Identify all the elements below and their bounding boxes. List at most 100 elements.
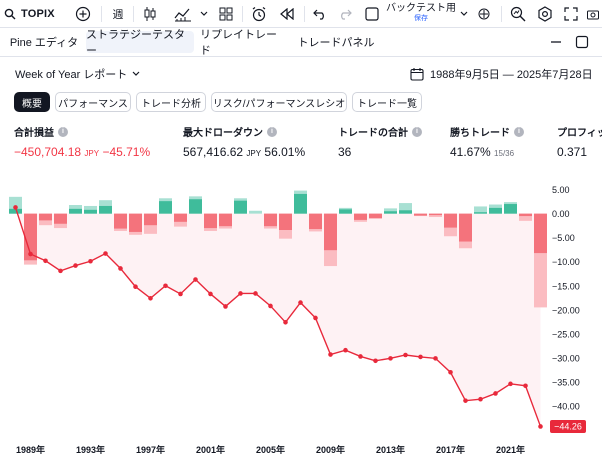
- report-subtabs: 概要 パフォーマンス トレード分析 リスク/パフォーマンスレシオ トレード一覧: [0, 92, 602, 114]
- screener-button[interactable]: [508, 0, 528, 27]
- metric-net-profit: 合計損益 i −450,704.18 JPY −45.71%: [14, 124, 150, 159]
- interval-button[interactable]: 週: [108, 0, 128, 27]
- date-range-selector[interactable]: 1988年9月5日 — 2025年7月28日: [410, 66, 593, 82]
- trade-bar-dark: [114, 213, 127, 229]
- y-axis-tick-label: −30.00: [552, 353, 580, 363]
- subtab-performance[interactable]: パフォーマンス: [55, 92, 131, 112]
- search-icon: [4, 8, 16, 19]
- layout-button[interactable]: [216, 0, 236, 27]
- chart-type-button[interactable]: [140, 0, 160, 27]
- equity-point: [163, 283, 168, 289]
- indicators-button[interactable]: [170, 0, 196, 27]
- trade-bar-dark: [54, 213, 67, 224]
- subtab-overview[interactable]: 概要: [14, 92, 50, 112]
- equity-point: [313, 315, 318, 321]
- equity-point: [388, 356, 393, 361]
- add-symbol-button[interactable]: [72, 0, 94, 27]
- metric-value: 36: [338, 145, 352, 159]
- maximize-panel-button[interactable]: [574, 34, 590, 50]
- symbol-search-button[interactable]: TOPIX: [4, 0, 64, 27]
- settings-button[interactable]: [535, 0, 555, 27]
- top-toolbar: TOPIX 週 バックテスト用 保存: [0, 0, 602, 28]
- metric-unit: JPY: [84, 149, 100, 158]
- trade-bar-dark: [294, 193, 307, 214]
- rewind-icon: [280, 7, 294, 20]
- trade-bar-dark: [309, 213, 322, 230]
- fullscreen-button[interactable]: [561, 0, 581, 27]
- trade-bar-dark: [264, 213, 277, 227]
- trade-bar-dark: [234, 200, 247, 214]
- y-axis-tick-label: −10.00: [552, 257, 580, 267]
- subtab-trade-analysis[interactable]: トレード分析: [136, 92, 206, 112]
- camera-button[interactable]: [586, 0, 600, 27]
- subtab-risk-performance-ratio[interactable]: リスク/パフォーマンスレシオ: [211, 92, 347, 112]
- y-axis-tick-label: −40.00: [552, 401, 580, 411]
- backtest-layout-button[interactable]: バックテスト用 保存: [386, 0, 456, 27]
- replay-button[interactable]: [276, 0, 298, 27]
- metric-value: 0.371: [557, 145, 588, 159]
- metric-ratio: 15/36: [494, 149, 515, 158]
- y-axis-tick-label: −35.00: [552, 377, 580, 387]
- chevron-down-icon: [460, 11, 468, 16]
- metric-value: 41.67%: [450, 145, 491, 159]
- equity-point: [178, 291, 183, 297]
- x-axis-tick-label: 2017年: [436, 444, 465, 455]
- indicators-icon: [174, 8, 191, 21]
- equity-point: [58, 268, 63, 274]
- equity-point: [283, 320, 288, 325]
- symbol-label: TOPIX: [21, 7, 55, 20]
- redo-button[interactable]: [336, 0, 354, 27]
- toolbar-divider: [242, 6, 243, 22]
- tab-trade-panel[interactable]: トレードパネル: [294, 31, 378, 53]
- report-selector[interactable]: Week of Year レポート: [15, 66, 140, 82]
- y-axis-tick-label: −15.00: [552, 281, 580, 291]
- trade-bar-dark: [444, 213, 457, 228]
- undo-icon: [313, 9, 324, 20]
- equity-point: [208, 291, 213, 297]
- metric-percent: 56.01%: [264, 145, 306, 159]
- trade-bar-dark: [99, 205, 112, 214]
- tab-strategy-tester[interactable]: ストラテジーテスター: [86, 29, 194, 57]
- equity-point: [463, 398, 468, 403]
- metric-label: 合計損益: [14, 128, 54, 139]
- metric-label: トレードの合計: [338, 128, 408, 139]
- alert-button[interactable]: [248, 0, 270, 27]
- trade-bar-dark: [324, 213, 337, 251]
- tab-pine-editor[interactable]: Pine エディタ: [8, 31, 80, 53]
- trade-bar-dark: [519, 213, 532, 217]
- info-icon[interactable]: i: [267, 126, 277, 137]
- alarm-clock-icon: [252, 6, 266, 21]
- undo-button[interactable]: [311, 0, 329, 27]
- trade-bar-dark: [339, 209, 352, 214]
- trade-bar-dark: [219, 213, 232, 227]
- equity-point: [343, 347, 348, 353]
- candlestick-icon: [144, 6, 156, 21]
- gear-icon: [538, 5, 552, 22]
- trade-bar-dark: [414, 213, 427, 216]
- info-icon[interactable]: i: [58, 126, 68, 137]
- layout-select-button[interactable]: [364, 0, 380, 27]
- info-icon[interactable]: i: [412, 126, 422, 137]
- info-icon[interactable]: i: [514, 126, 524, 137]
- toolbar-divider: [304, 6, 305, 22]
- equity-point: [298, 300, 303, 305]
- equity-point: [433, 356, 438, 361]
- minimize-panel-button[interactable]: [548, 34, 564, 50]
- trade-bar-dark: [174, 213, 187, 222]
- backtest-dropdown-button[interactable]: [458, 0, 470, 27]
- tab-replay-trade[interactable]: リプレイトレード: [200, 29, 286, 57]
- quick-search-button[interactable]: [474, 0, 494, 27]
- x-axis-tick-label: 2013年: [376, 444, 405, 455]
- metric-profit-factor: プロフィッ 0.371: [557, 124, 602, 159]
- indicators-dropdown-button[interactable]: [198, 0, 210, 27]
- subtab-trade-list[interactable]: トレード一覧: [352, 92, 422, 112]
- trade-bar-dark: [354, 213, 367, 220]
- x-axis-tick-label: 2009年: [316, 444, 345, 455]
- equity-point: [73, 263, 78, 268]
- camera-icon: [587, 10, 599, 19]
- backtest-save-status: 保存: [414, 14, 428, 22]
- crosshair-icon: [478, 8, 490, 19]
- metric-winning-trades: 勝ちトレード i 41.67% 15/36: [450, 124, 524, 159]
- trade-bar-dark: [399, 210, 412, 214]
- equity-point: [418, 354, 423, 360]
